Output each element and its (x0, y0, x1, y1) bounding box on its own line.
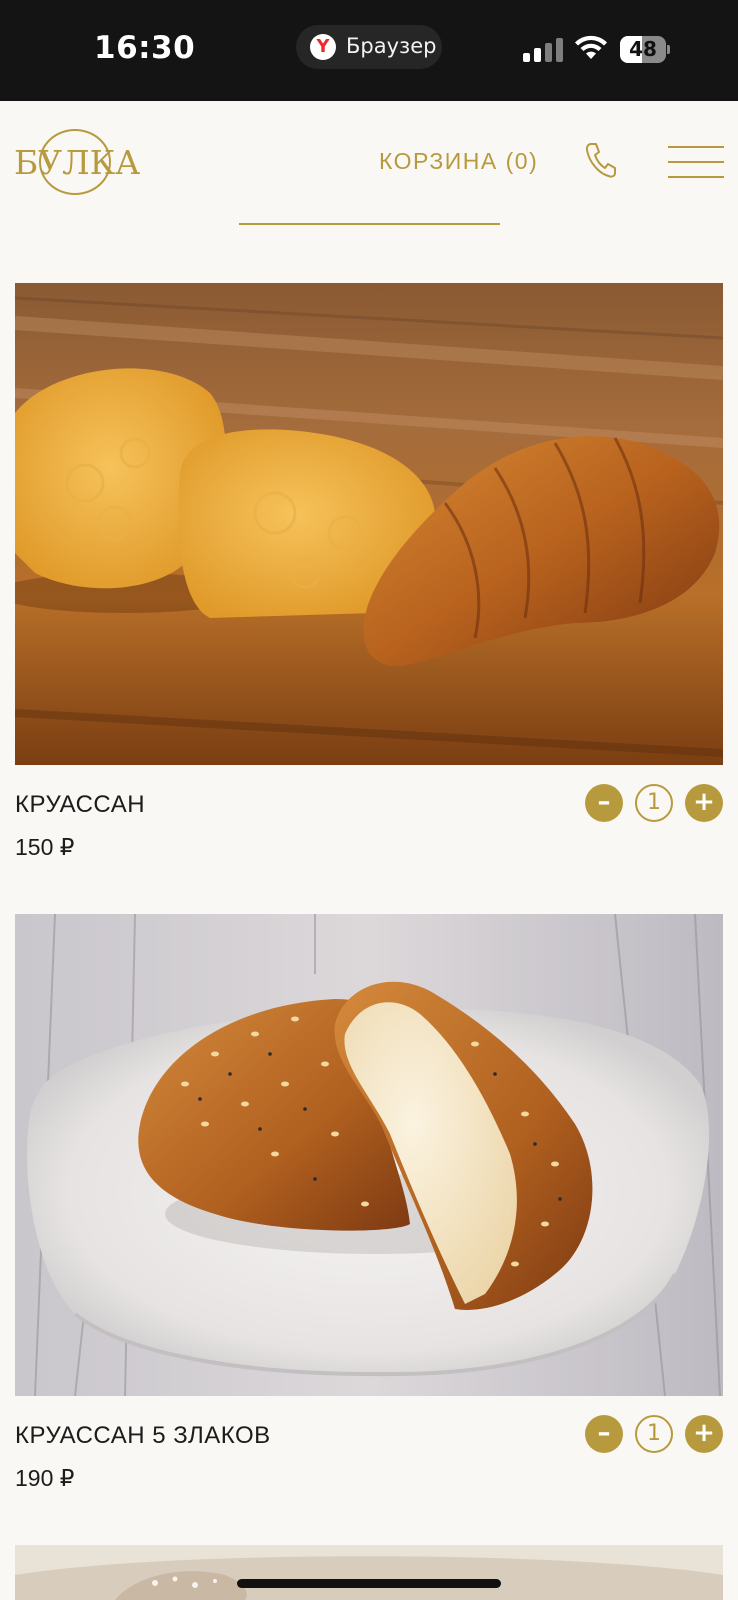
wifi-icon (575, 35, 607, 59)
cart-link[interactable]: КОРЗИНА (0) (379, 148, 538, 175)
header-divider (239, 223, 500, 225)
product-image-croissant[interactable] (15, 283, 723, 765)
product-image[interactable] (15, 1545, 723, 1600)
product-price: 150 ₽ (15, 834, 75, 860)
cellular-signal-icon (523, 38, 563, 62)
site-logo[interactable]: БУЛКА (14, 126, 141, 200)
quantity-stepper: – 1 + (585, 784, 723, 822)
hamburger-menu-icon[interactable] (668, 146, 724, 178)
yandex-browser-icon: Y (310, 34, 336, 60)
home-indicator[interactable] (237, 1579, 501, 1588)
product-name[interactable]: КРУАССАН (15, 791, 145, 819)
status-bar: 16:30 Y Браузер 48 (0, 0, 738, 101)
quantity-stepper: – 1 + (585, 1415, 723, 1453)
increase-quantity-button[interactable]: + (685, 784, 723, 822)
site-header: БУЛКА КОРЗИНА (0) (0, 101, 738, 251)
decrease-quantity-button[interactable]: – (585, 1415, 623, 1453)
logo-text: БУЛКА (14, 143, 141, 182)
status-time: 16:30 (94, 30, 196, 66)
product-price: 190 ₽ (15, 1465, 75, 1491)
quantity-value: 1 (635, 1415, 673, 1453)
product-name[interactable]: КРУАССАН 5 ЗЛАКОВ (15, 1422, 271, 1450)
browser-indicator-pill[interactable]: Y Браузер (296, 25, 442, 69)
decrease-quantity-button[interactable]: – (585, 784, 623, 822)
browser-label: Браузер (346, 34, 437, 58)
battery-percent: 48 (629, 37, 657, 61)
battery-icon: 48 (620, 36, 670, 63)
product-image-croissant-5-grains[interactable] (15, 914, 723, 1396)
increase-quantity-button[interactable]: + (685, 1415, 723, 1453)
phone-icon[interactable] (584, 141, 618, 179)
quantity-value: 1 (635, 784, 673, 822)
